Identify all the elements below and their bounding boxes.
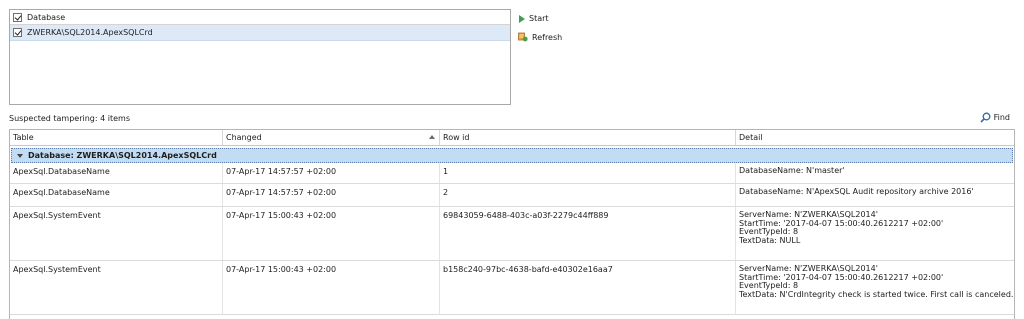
table-row[interactable]: ApexSql.SystemEvent 07-Apr-17 15:00:43 +0…: [10, 207, 1014, 261]
find-label: Find: [993, 113, 1010, 122]
start-button[interactable]: Start: [518, 14, 549, 23]
refresh-label: Refresh: [532, 32, 563, 42]
detail-line: DatabaseName: N'master': [739, 166, 845, 175]
column-header-table[interactable]: Table: [10, 130, 223, 145]
group-label: Database: ZWERKA\SQL2014.ApexSQLCrd: [28, 151, 217, 160]
detail-cell: DatabaseName: N'master': [736, 163, 1014, 183]
database-column-header: Database: [27, 12, 66, 22]
detail-cell: DatabaseName: N'ApexSQL Audit repository…: [736, 184, 1014, 206]
detail-line: TextData: NULL: [739, 235, 801, 245]
database-item-checkbox[interactable]: [13, 28, 22, 37]
column-header-changed[interactable]: Changed: [223, 130, 440, 145]
table-cell: ApexSql.DatabaseName: [10, 163, 223, 183]
column-header-changed-label: Changed: [226, 133, 262, 142]
table-cell: ApexSql.SystemEvent: [10, 207, 223, 260]
row-id-cell: 1: [440, 163, 736, 183]
detail-cell: ServerName: N'ZWERKA\SQL2014' StartTime: …: [736, 261, 1014, 314]
row-id-cell: 69843059-6488-403c-a03f-2279c44ff889: [440, 207, 736, 260]
changed-cell: 07-Apr-17 15:00:43 +02:00: [223, 261, 440, 314]
row-id-cell: b158c240-97bc-4638-bafd-e40302e16aa7: [440, 261, 736, 314]
database-list-header: Database: [10, 10, 510, 25]
table-row[interactable]: ApexSql.SystemEvent 07-Apr-17 15:00:43 +0…: [10, 261, 1014, 315]
detail-cell: ServerName: N'ZWERKA\SQL2014' StartTime: …: [736, 207, 1014, 260]
database-item[interactable]: ZWERKA\SQL2014.ApexSQLCrd: [10, 25, 510, 41]
database-item-label: ZWERKA\SQL2014.ApexSQLCrd: [27, 28, 153, 37]
grid-header: Table Changed Row id Detail: [10, 130, 1014, 146]
changed-cell: 07-Apr-17 14:57:57 +02:00: [223, 163, 440, 183]
play-icon: [519, 14, 525, 23]
collapse-icon[interactable]: [17, 153, 23, 158]
table-cell: ApexSql.SystemEvent: [10, 261, 223, 314]
detail-line: DatabaseName: N'ApexSQL Audit repository…: [739, 187, 974, 196]
table-row[interactable]: ApexSql.DatabaseName 07-Apr-17 14:57:57 +…: [10, 163, 1014, 184]
select-all-checkbox[interactable]: [13, 12, 22, 22]
changed-cell: 07-Apr-17 14:57:57 +02:00: [223, 184, 440, 206]
table-row[interactable]: ApexSql.DatabaseName 07-Apr-17 14:57:57 +…: [10, 184, 1014, 207]
suspected-count: Suspected tampering: 4 items: [9, 114, 130, 123]
detail-line: TextData: N'CrdIntegrity check is starte…: [739, 289, 1014, 299]
column-header-detail[interactable]: Detail: [736, 130, 1014, 145]
start-label: Start: [529, 14, 549, 23]
grid-body: ApexSql.DatabaseName 07-Apr-17 14:57:57 +…: [10, 163, 1014, 315]
column-header-row-id[interactable]: Row id: [440, 130, 736, 145]
database-list: Database ZWERKA\SQL2014.ApexSQLCrd: [9, 9, 511, 105]
find-button[interactable]: Find: [980, 112, 1010, 123]
refresh-icon: [518, 32, 528, 42]
refresh-button[interactable]: Refresh: [518, 32, 562, 42]
changed-cell: 07-Apr-17 15:00:43 +02:00: [223, 207, 440, 260]
search-icon: [980, 112, 991, 123]
sort-ascending-icon: [429, 135, 435, 139]
table-cell: ApexSql.DatabaseName: [10, 184, 223, 206]
group-row[interactable]: Database: ZWERKA\SQL2014.ApexSQLCrd: [11, 148, 1013, 163]
results-grid: Table Changed Row id Detail Database: ZW…: [9, 129, 1015, 319]
row-id-cell: 2: [440, 184, 736, 206]
